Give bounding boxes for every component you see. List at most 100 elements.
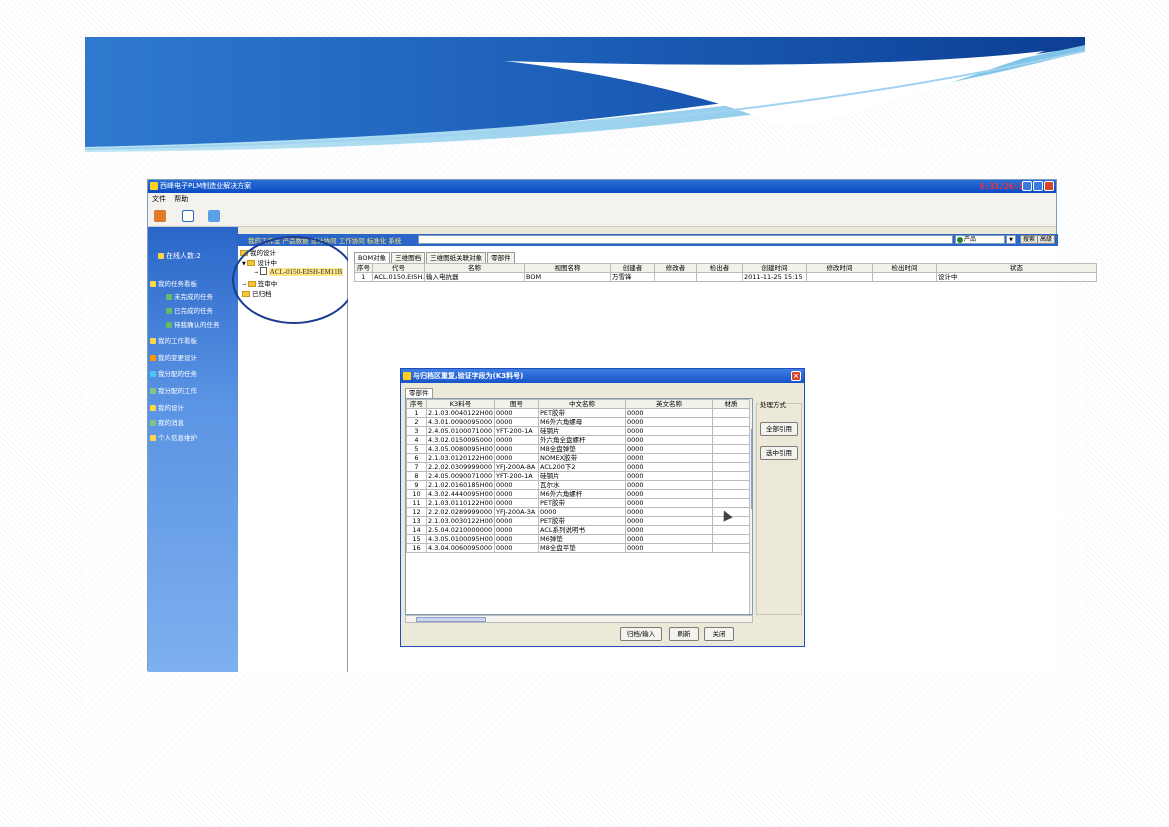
table-row[interactable]: 5 4.3.05.0080095H00 0000 M8全盘弹垫 0000 <box>406 444 750 454</box>
col-header[interactable]: 材质 <box>712 399 750 409</box>
sidebar-item-confirm[interactable]: 待我确认的任务 <box>166 319 220 329</box>
reference-selected-button[interactable]: 选中引用 <box>760 446 798 460</box>
search-input[interactable] <box>418 235 953 244</box>
col-header[interactable]: 检出者 <box>696 263 743 273</box>
table-row[interactable]: 15 4.3.05.0100095H00 0000 M6弹垫 0000 <box>406 534 750 544</box>
cell: 14 <box>406 525 427 535</box>
vertical-scrollbar[interactable] <box>749 399 752 614</box>
tab-3d-related[interactable]: 三维图纸关联对象 <box>426 252 487 263</box>
users-icon[interactable] <box>208 210 220 222</box>
scroll-thumb[interactable] <box>751 429 752 509</box>
chevron-down-icon[interactable]: ▼ <box>1006 235 1016 244</box>
cell: 12 <box>406 507 427 517</box>
col-header[interactable]: 序号 <box>406 399 427 409</box>
cell: 2.1.03.0110122H00 <box>426 498 495 508</box>
cell: 4.3.05.0080095H00 <box>426 444 495 454</box>
sidebar-item-pending[interactable]: 未完成的任务 <box>166 291 213 301</box>
col-header[interactable]: 修改者 <box>654 263 697 273</box>
col-header[interactable]: 状态 <box>936 263 1097 273</box>
col-header[interactable]: 创建者 <box>610 263 655 273</box>
scroll-thumb[interactable] <box>416 617 486 622</box>
table-row[interactable]: 3 2.4.05.0100071000 YFT-200-1A 硅钢片 0000 <box>406 426 750 436</box>
sidebar-item-messages[interactable]: 我的消息 <box>150 417 184 427</box>
col-header[interactable]: 代号 <box>372 263 425 273</box>
table-row[interactable]: 13 2.1.03.0030122H00 0000 PET胶带 0000 <box>406 516 750 526</box>
menu-file[interactable]: 文件 <box>152 195 166 203</box>
table-row[interactable]: 7 2.2.02.0309999000 YFJ-200A-8A ACL200下2 000… <box>406 462 750 472</box>
minimize-button[interactable] <box>1022 181 1032 191</box>
horizontal-scrollbar[interactable] <box>405 615 753 623</box>
col-header[interactable]: 修改时间 <box>806 263 873 273</box>
table-row[interactable]: 11 2.1.03.0110122H00 0000 PET胶带 0000 <box>406 498 750 508</box>
advanced-search-button[interactable]: 高级 <box>1037 235 1056 244</box>
confirm-task-icon <box>166 322 172 328</box>
sidebar-item-work-board[interactable]: 我的工作看板 <box>150 335 197 345</box>
product-select[interactable]: 产品 <box>955 235 1005 244</box>
refresh-button[interactable]: 刷新 <box>669 627 699 641</box>
cell: 6 <box>406 453 427 463</box>
col-header[interactable]: 英文名称 <box>625 399 713 409</box>
reference-all-button[interactable]: 全部引用 <box>760 422 798 436</box>
cell: 0000 <box>625 435 713 445</box>
main-tabs: BOM对象 三维图档 三维图纸关联对象 零部件 <box>354 252 516 263</box>
table-row[interactable]: 1 ACL.0150.EISH.E... 输入电抗器 BOM 万雪锋 2011-… <box>354 272 1097 282</box>
close-icon[interactable]: × <box>791 371 801 381</box>
table-row[interactable]: 14 2.5.04.0210000000 0000 ACL系列说明书 0000 <box>406 525 750 535</box>
close-button[interactable]: 关闭 <box>704 627 734 641</box>
sidebar-item-done[interactable]: 已完成的任务 <box>166 305 213 315</box>
tab-parts[interactable]: 零部件 <box>487 252 515 263</box>
cell: 2.1.03.0030122H00 <box>426 516 495 526</box>
tab-parts[interactable]: 零部件 <box>405 388 433 398</box>
menu-help[interactable]: 帮助 <box>174 195 188 203</box>
table-row[interactable]: 8 2.4.05.0090071000 YFT-200-1A 硅钢片 0000 <box>406 471 750 481</box>
cell <box>712 444 750 454</box>
col-header[interactable]: K3料号 <box>426 399 495 409</box>
cell: 0000 <box>625 417 713 427</box>
user-icon[interactable] <box>154 210 166 222</box>
sidebar-item-task-board[interactable]: 我的任务看板 <box>150 278 197 288</box>
cell <box>712 525 750 535</box>
tab-bom[interactable]: BOM对象 <box>354 252 391 263</box>
table-row[interactable]: 10 4.3.02.4440095H00 0000 M6外六角螺杆 0000 <box>406 489 750 499</box>
sidebar-item-change-design[interactable]: 我的变更设计 <box>150 352 197 362</box>
sidebar-item-my-design[interactable]: 我的设计 <box>150 402 184 412</box>
window-close-button[interactable] <box>1044 181 1054 191</box>
col-header[interactable]: 序号 <box>354 263 373 273</box>
col-header[interactable]: 名称 <box>424 263 525 273</box>
cell <box>872 272 937 282</box>
table-row[interactable]: 2 4.3.01.0090095000 0000 M6外六角螺母 0000 <box>406 417 750 427</box>
sidebar-item-assigned-work[interactable]: 我分配的工作 <box>150 385 197 395</box>
cell: 0000 <box>625 408 713 418</box>
cell: 9 <box>406 480 427 490</box>
table-row[interactable]: 4 4.3.02.0150095000 0000 外六角全盘螺杆 0000 <box>406 435 750 445</box>
cell <box>696 272 743 282</box>
col-header[interactable]: 创建时间 <box>742 263 807 273</box>
cell: 5 <box>406 444 427 454</box>
cell: 8 <box>406 471 427 481</box>
cell: ACL200下2 <box>538 462 626 472</box>
search-button[interactable]: 搜索 <box>1020 235 1039 244</box>
cell: YFJ-200A-3A <box>494 507 539 517</box>
cell: YFJ-200A-8A <box>494 462 539 472</box>
product-icon <box>957 237 963 243</box>
mail-icon[interactable] <box>182 210 194 222</box>
col-header[interactable]: 视图名称 <box>524 263 611 273</box>
message-icon <box>150 420 156 426</box>
col-header[interactable]: 图号 <box>494 399 539 409</box>
col-header[interactable]: 检出时间 <box>872 263 937 273</box>
sidebar-item-profile[interactable]: 个人信息维护 <box>150 432 197 442</box>
cell: 2011-11-25 15:15 <box>742 272 807 282</box>
archive-input-button[interactable]: 归档/输入 <box>620 627 662 641</box>
cell: 0000 <box>494 417 539 427</box>
table-row[interactable]: 1 2.1.03.0040122H00 0000 PET胶带 0000 <box>406 408 750 418</box>
tab-3d-docs[interactable]: 三维图档 <box>391 252 426 263</box>
sidebar-item-assigned-task[interactable]: 我分配的任务 <box>150 368 197 378</box>
table-row[interactable]: 9 2.1.02.0160185H00 0000 瓦尔水 0000 <box>406 480 750 490</box>
cell <box>712 408 750 418</box>
col-header[interactable]: 中文名称 <box>538 399 626 409</box>
maximize-button[interactable] <box>1033 181 1043 191</box>
table-row[interactable]: 6 2.1.03.0120122H00 0000 NOMEX胶带 0000 <box>406 453 750 463</box>
cell <box>712 543 750 553</box>
table-row[interactable]: 16 4.3.04.0060095000 0000 M8全盘平垫 0000 <box>406 543 750 553</box>
table-row[interactable]: 12 2.2.02.0289999000 YFJ-200A-3A 0000 0000 <box>406 507 750 517</box>
